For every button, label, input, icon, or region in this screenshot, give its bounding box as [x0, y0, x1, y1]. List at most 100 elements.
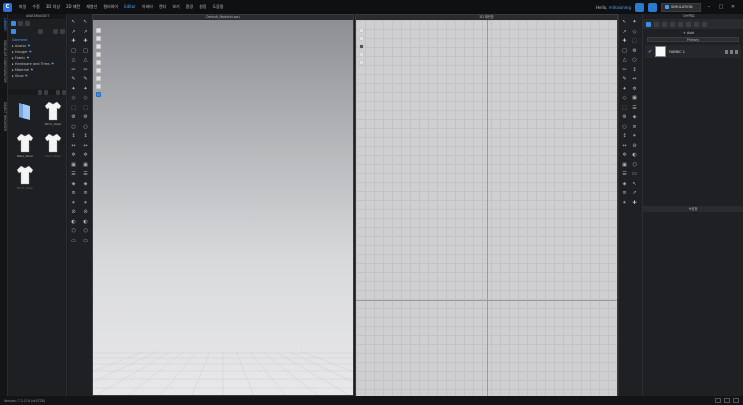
sort-icon[interactable]	[38, 89, 42, 95]
menu-item[interactable]: 보기	[169, 4, 182, 10]
3d-left-tool-icon[interactable]: ⬚	[71, 105, 76, 111]
2d-b-tool-icon[interactable]: ↗	[632, 191, 637, 196]
download-icon[interactable]	[38, 28, 43, 34]
2d-a-tool-icon[interactable]: ≡	[622, 191, 627, 196]
menu-item[interactable]: 아바타	[139, 4, 156, 10]
2d-b-tool-icon[interactable]: ◇	[632, 29, 637, 35]
2d-a-tool-icon[interactable]: ✎	[622, 77, 627, 82]
3d-left-tool-icon[interactable]: ⬡	[71, 229, 76, 234]
2d-b-tool-icon[interactable]: ▭	[632, 172, 637, 177]
3d-right-tool-icon[interactable]: ✴	[83, 200, 88, 206]
3d-left-tool-icon[interactable]: ✂	[71, 67, 76, 73]
more-icon[interactable]	[735, 49, 738, 54]
3d-right-tool-icon[interactable]: ◐	[83, 219, 88, 225]
edit-icon[interactable]	[702, 21, 707, 27]
3d-right-tool-icon[interactable]: ✎	[83, 77, 88, 82]
menu-item[interactable]: 재봉선	[83, 4, 100, 10]
3d-right-tool-icon[interactable]: ▭	[83, 238, 88, 244]
filter-icon[interactable]	[44, 89, 48, 95]
3d-right-tool-icon[interactable]: ✦	[83, 86, 88, 92]
2d-a-tool-icon[interactable]: ✂	[622, 67, 627, 73]
3d-left-tool-icon[interactable]: ☰	[71, 172, 76, 177]
render-icon[interactable]	[96, 76, 101, 81]
connect-icon[interactable]	[648, 2, 657, 12]
pin-icon[interactable]: ⚑	[25, 56, 29, 60]
3d-right-tool-icon[interactable]: ▣	[83, 162, 88, 168]
2d-b-tool-icon[interactable]: ⚙	[632, 48, 637, 54]
2d-a-tool-icon[interactable]: ▣	[622, 162, 627, 168]
3d-right-tool-icon[interactable]: ↔	[83, 143, 88, 149]
2d-a-tool-icon[interactable]: ✲	[622, 153, 627, 158]
2d-a-tool-icon[interactable]: ☰	[622, 172, 627, 177]
maximize-icon[interactable]: □	[717, 3, 725, 11]
3d-left-tool-icon[interactable]: ✲	[71, 153, 76, 158]
2d-b-tool-icon[interactable]: ↔	[632, 77, 637, 82]
strain-map-icon[interactable]	[96, 84, 101, 89]
2d-b-tool-icon[interactable]: ⬚	[632, 39, 637, 44]
light-icon[interactable]	[96, 68, 101, 73]
size-toggle-icon[interactable]	[62, 89, 66, 95]
menu-item[interactable]: 도움말	[209, 4, 226, 10]
3d-left-tool-icon[interactable]: ✎	[71, 77, 76, 82]
app-logo-icon[interactable]: C	[3, 2, 12, 12]
3d-right-tool-icon[interactable]: ✲	[83, 153, 88, 158]
add-button[interactable]: + Add	[683, 31, 694, 35]
library-thumbnail[interactable]	[13, 101, 37, 129]
simulation-mode-select[interactable]: SIMULATION	[661, 2, 701, 12]
3d-right-tool-icon[interactable]: ↖	[83, 20, 88, 25]
3d-right-tool-icon[interactable]: ✚	[83, 39, 88, 44]
3d-left-tool-icon[interactable]: ↕	[71, 134, 76, 139]
3d-left-tool-icon[interactable]: ↖	[71, 20, 76, 25]
3d-right-tool-icon[interactable]: ↗	[83, 29, 88, 35]
3d-left-tool-icon[interactable]: ↔	[71, 143, 76, 149]
3d-left-tool-icon[interactable]: ⚙	[71, 115, 76, 120]
display-pattern-icon[interactable]	[96, 52, 101, 57]
3d-right-tool-icon[interactable]: ↕	[83, 134, 88, 139]
grid-toggle-icon[interactable]	[56, 89, 60, 95]
3d-left-tool-icon[interactable]: ✦	[71, 86, 76, 92]
2d-a-tool-icon[interactable]: □	[622, 48, 627, 54]
filter-select[interactable]: Primary	[647, 37, 739, 42]
3d-right-tool-icon[interactable]: ⊘	[83, 210, 88, 215]
2d-b-tool-icon[interactable]: ◐	[632, 153, 637, 158]
add-folder-icon[interactable]	[18, 20, 23, 26]
texture-view-icon[interactable]	[96, 44, 101, 49]
3d-left-tool-icon[interactable]: □	[71, 48, 76, 54]
layout-2-icon[interactable]	[724, 398, 730, 403]
3d-right-tool-icon[interactable]: ☰	[83, 172, 88, 177]
button-icon[interactable]	[662, 21, 667, 27]
grid-icon[interactable]	[359, 52, 364, 57]
2d-a-tool-icon[interactable]: ✴	[622, 200, 627, 206]
3d-left-tool-icon[interactable]: ↗	[71, 29, 76, 35]
graphic-icon[interactable]	[686, 21, 691, 27]
pin-icon[interactable]: ⚑	[50, 62, 54, 66]
layout-1-icon[interactable]	[715, 398, 721, 403]
3d-right-tool-icon[interactable]: ◈	[83, 181, 88, 187]
pan-icon[interactable]	[359, 36, 364, 41]
3d-left-tool-icon[interactable]: ✴	[71, 200, 76, 206]
3d-left-tool-icon[interactable]: ◈	[71, 181, 76, 187]
library-thumbnail[interactable]: Tshirt_Wear	[13, 165, 37, 193]
3d-right-tool-icon[interactable]: □	[83, 48, 88, 54]
selected-view-icon[interactable]	[96, 92, 101, 97]
2d-a-tool-icon[interactable]: ✦	[622, 86, 627, 92]
fabric-list-item[interactable]: ✔ FABRIC 1	[645, 45, 741, 58]
close-icon[interactable]: ✕	[729, 3, 737, 11]
menu-item[interactable]: 렌더	[156, 4, 169, 10]
2d-a-tool-icon[interactable]: ⬚	[622, 105, 627, 111]
delete-icon[interactable]	[730, 49, 733, 54]
3d-right-tool-icon[interactable]: ⬚	[83, 105, 88, 111]
2d-b-tool-icon[interactable]: ○	[632, 58, 637, 63]
3d-left-tool-icon[interactable]: ◐	[71, 219, 76, 225]
3d-left-tool-icon[interactable]: ≡	[71, 191, 76, 196]
menu-item[interactable]: 파일	[16, 4, 29, 10]
pin-icon[interactable]: ⚑	[24, 74, 28, 78]
menu-item[interactable]: 수정	[29, 4, 42, 10]
3d-left-tool-icon[interactable]: ◇	[71, 96, 76, 101]
3d-left-tool-icon[interactable]: ⊘	[71, 210, 76, 215]
3d-left-tool-icon[interactable]: ▣	[71, 162, 76, 168]
2d-a-tool-icon[interactable]: ○	[622, 124, 627, 130]
3d-left-tool-icon[interactable]: △	[71, 58, 76, 63]
settings-icon[interactable]	[60, 28, 65, 34]
library-thumbnail[interactable]: Male_Wear	[13, 133, 37, 161]
